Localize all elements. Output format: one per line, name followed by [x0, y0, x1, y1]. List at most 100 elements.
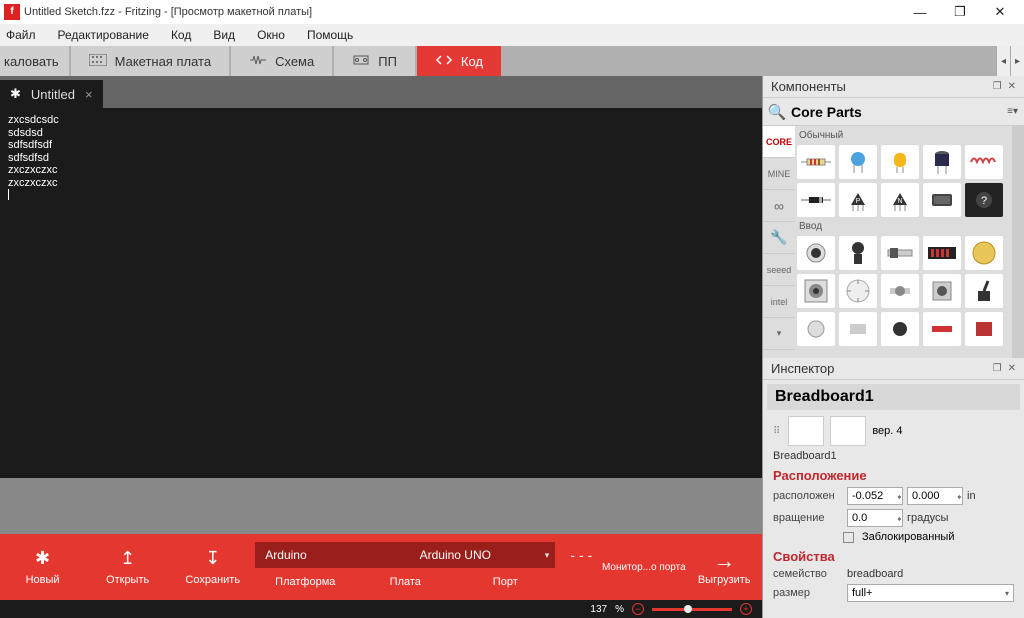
- panel-close-icon[interactable]: ✕: [1008, 81, 1016, 92]
- schematic-thumb[interactable]: [788, 416, 824, 446]
- serial-monitor-button[interactable]: Монитор...о порта: [601, 562, 686, 600]
- search-icon[interactable]: 🔍: [763, 103, 791, 121]
- zoom-slider[interactable]: [652, 608, 732, 611]
- tab-pcb[interactable]: ПП: [334, 46, 415, 76]
- part-more-3[interactable]: [881, 312, 919, 346]
- pcb-thumb[interactable]: [830, 416, 866, 446]
- inspector-props-header: Свойства: [763, 545, 1024, 566]
- size-select[interactable]: full+: [847, 584, 1014, 602]
- code-file-tab[interactable]: ✱ Untitled ×: [0, 80, 103, 108]
- close-tab-icon[interactable]: ×: [85, 87, 93, 102]
- parts-section-basic: Обычный: [797, 130, 1010, 141]
- bin-tab-core[interactable]: CORE: [763, 126, 795, 158]
- part-trimpot[interactable]: [881, 274, 919, 308]
- part-stepper[interactable]: [797, 274, 835, 308]
- minimize-button[interactable]: —: [900, 5, 940, 20]
- part-more-2[interactable]: [839, 312, 877, 346]
- zoom-value: 137: [590, 604, 607, 615]
- part-more-5[interactable]: [965, 312, 1003, 346]
- svg-text:P: P: [856, 198, 861, 205]
- part-capacitor-ceramic[interactable]: [839, 145, 877, 179]
- pos-unit: in: [967, 490, 976, 502]
- pos-y-input[interactable]: 0.000: [907, 487, 963, 505]
- tab-welcome[interactable]: каловать: [0, 46, 69, 76]
- save-button[interactable]: ↧ Сохранить: [170, 534, 255, 600]
- zoom-in-button[interactable]: +: [740, 603, 752, 615]
- bin-tab-more[interactable]: ▾: [763, 318, 795, 350]
- menu-code[interactable]: Код: [171, 28, 191, 42]
- part-transistor-pnp[interactable]: P: [839, 183, 877, 217]
- inspector-panel-header[interactable]: Инспектор ❐✕: [763, 358, 1024, 380]
- part-more-4[interactable]: [923, 312, 961, 346]
- platform-select[interactable]: Arduino: [255, 542, 355, 568]
- placed-label: расположен: [773, 490, 843, 502]
- menu-view[interactable]: Вид: [213, 28, 235, 42]
- menu-file[interactable]: Файл: [6, 28, 36, 42]
- part-joystick[interactable]: [839, 236, 877, 270]
- part-diode[interactable]: [797, 183, 835, 217]
- new-button[interactable]: ✱ Новый: [0, 534, 85, 600]
- part-mosfet[interactable]: [923, 183, 961, 217]
- tab-schematic[interactable]: Схема: [231, 46, 332, 76]
- zoom-out-button[interactable]: −: [632, 603, 644, 615]
- part-more-1[interactable]: [797, 312, 835, 346]
- part-rotary-encoder[interactable]: [839, 274, 877, 308]
- parts-bin-tabs: CORE MINE ∞ 🔧 seeed intel ▾: [763, 126, 795, 358]
- part-slide-switch[interactable]: [881, 236, 919, 270]
- bin-tab-intel[interactable]: intel: [763, 286, 795, 318]
- code-tab-label: Untitled: [31, 87, 75, 102]
- port-value: - - -: [561, 547, 601, 563]
- rotation-unit: градусы: [907, 512, 948, 524]
- rotation-input[interactable]: 0.0: [847, 509, 903, 527]
- view-prev[interactable]: ◂: [996, 46, 1010, 76]
- part-capacitor-tantalum[interactable]: [881, 145, 919, 179]
- breadboard-icon: [89, 54, 107, 68]
- parts-menu-icon[interactable]: ≡▾: [1007, 106, 1024, 117]
- close-button[interactable]: ✕: [980, 4, 1020, 20]
- modified-icon: ✱: [10, 86, 21, 102]
- board-select[interactable]: Arduino UNO: [355, 542, 555, 568]
- upload-arrow-icon: →: [713, 548, 735, 574]
- locked-checkbox[interactable]: [843, 532, 854, 543]
- inspector-close-icon[interactable]: ✕: [1008, 363, 1016, 374]
- port-label: Порт: [455, 576, 555, 588]
- svg-text:?: ?: [981, 195, 987, 207]
- bin-tab-arduino[interactable]: ∞: [763, 190, 795, 222]
- bin-tab-seeed[interactable]: seeed: [763, 254, 795, 286]
- maximize-button[interactable]: ❐: [940, 4, 980, 20]
- tab-code[interactable]: Код: [417, 46, 501, 76]
- part-tactile[interactable]: [923, 274, 961, 308]
- menu-window[interactable]: Окно: [257, 28, 285, 42]
- pos-x-input[interactable]: -0.052: [847, 487, 903, 505]
- menu-edit[interactable]: Редактирование: [58, 28, 149, 42]
- upload-button[interactable]: → Выгрузить: [686, 534, 762, 600]
- part-coin-cell[interactable]: [965, 236, 1003, 270]
- part-resistor[interactable]: [797, 145, 835, 179]
- platform-label: Платформа: [255, 576, 355, 588]
- part-transistor-npn[interactable]: N: [881, 183, 919, 217]
- code-editor[interactable]: zxcsdcsdc sdsdsd sdfsdfsdf sdfsdfsd zxcz…: [0, 108, 762, 478]
- part-pushbutton[interactable]: [797, 236, 835, 270]
- inspector-part-name[interactable]: Breadboard1: [767, 384, 1020, 410]
- parts-scrollbar[interactable]: [1012, 126, 1024, 358]
- menu-help[interactable]: Помощь: [307, 28, 353, 42]
- menubar: Файл Редактирование Код Вид Окно Помощь: [0, 24, 1024, 46]
- right-panels: Компоненты ❐✕ 🔍 Core Parts ≡▾ CORE MINE …: [762, 76, 1024, 618]
- part-mystery[interactable]: ?: [965, 183, 1003, 217]
- part-dip-switch[interactable]: [923, 236, 961, 270]
- parts-grid: Обычный P N ? Ввод: [795, 126, 1012, 358]
- part-capacitor-electrolytic[interactable]: [923, 145, 961, 179]
- bin-tab-mine[interactable]: MINE: [763, 158, 795, 190]
- inspector-undock-icon[interactable]: ❐: [993, 363, 1002, 374]
- open-button[interactable]: ↥ Открыть: [85, 534, 170, 600]
- part-toggle-switch[interactable]: [965, 274, 1003, 308]
- view-nav-arrows: ◂ ▸: [996, 46, 1024, 76]
- breadboard-view-icon[interactable]: ⠿: [773, 426, 782, 437]
- part-inductor[interactable]: [965, 145, 1003, 179]
- components-panel-header[interactable]: Компоненты ❐✕: [763, 76, 1024, 98]
- panel-undock-icon[interactable]: ❐: [993, 81, 1002, 92]
- bin-tab-tools[interactable]: 🔧: [763, 222, 795, 254]
- code-icon: [435, 54, 453, 68]
- tab-breadboard[interactable]: Макетная плата: [71, 46, 229, 76]
- view-next[interactable]: ▸: [1010, 46, 1024, 76]
